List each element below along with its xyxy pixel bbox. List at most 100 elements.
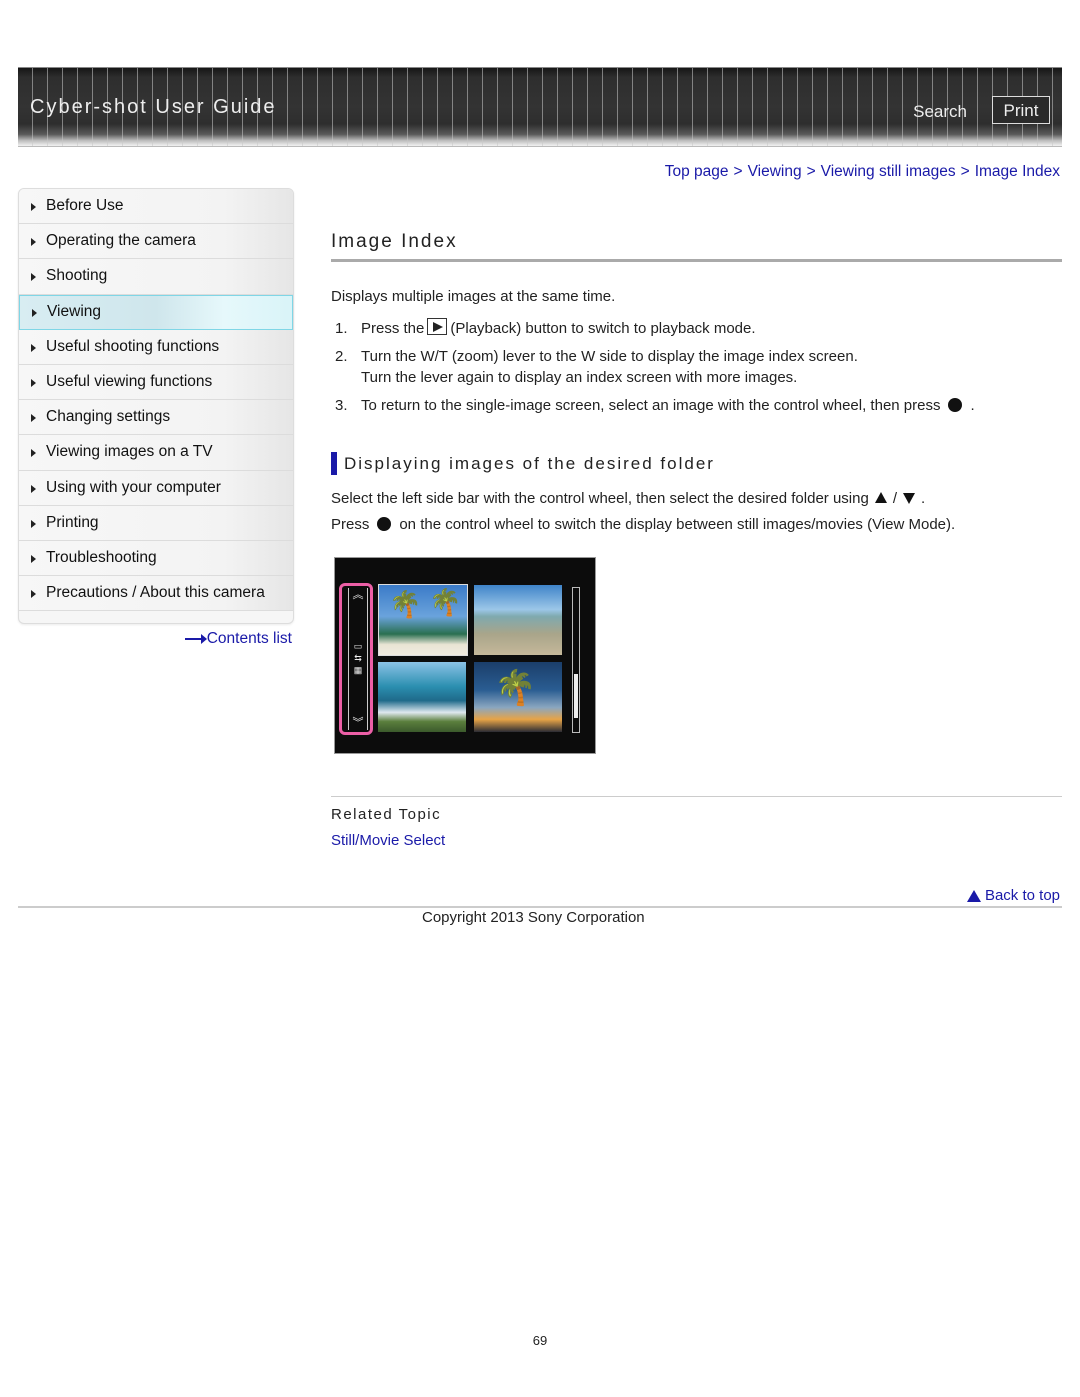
sidebar-item-label: Useful viewing functions — [46, 373, 213, 391]
paragraph-text: Press — [331, 516, 370, 533]
intro-text: Displays multiple images at the same tim… — [331, 288, 616, 305]
breadcrumb-separator: > — [733, 163, 743, 180]
palm-tree-icon: 🌴 — [429, 587, 462, 617]
view-mode-icons: ▭ ⇆ ▦ — [353, 641, 363, 675]
sidebar-item-precautions[interactable]: Precautions / About this camera — [19, 576, 293, 612]
double-chevron-down-icon: ︾ — [352, 717, 364, 729]
sidebar-item-shooting[interactable]: Shooting — [19, 259, 293, 295]
page-title: Image Index — [331, 231, 458, 252]
index-scrollbar — [572, 587, 580, 733]
sidebar-item-troubleshooting[interactable]: Troubleshooting — [19, 540, 293, 577]
step-1: 1. Press the (Playback) button to switch … — [335, 318, 975, 339]
step-number: 1. — [335, 320, 348, 337]
sidebar-item-before-use[interactable]: Before Use — [19, 189, 293, 225]
sidebar-item-label: Changing settings — [46, 408, 171, 426]
palm-silhouette-icon: 🌴 — [494, 669, 537, 707]
caret-right-icon — [31, 414, 36, 423]
triangle-up-icon — [966, 889, 981, 902]
sidebar-item-label: Viewing images on a TV — [46, 443, 213, 461]
caret-right-icon — [32, 309, 37, 318]
step-2: 2. Turn the W/T (zoom) lever to the W si… — [335, 346, 975, 388]
caret-right-icon — [31, 379, 36, 388]
step-3: 3. To return to the single-image screen,… — [335, 395, 975, 416]
sidebar-item-label: Troubleshooting — [46, 548, 157, 566]
caret-right-icon — [31, 203, 36, 212]
paragraph-text: Select the left side bar with the contro… — [331, 490, 869, 507]
breadcrumb: Top page > Viewing > Viewing still images > Im… — [665, 163, 1060, 181]
steps-list: 1. Press the (Playback) button to switch … — [335, 318, 975, 423]
paragraph-suffix: . — [920, 490, 926, 507]
site-title: Cyber-shot User Guide — [30, 96, 277, 118]
print-button[interactable]: Print — [992, 96, 1050, 124]
copyright-text: Copyright 2013 Sony Corporation — [422, 909, 645, 926]
sidebar-item-viewing[interactable]: Viewing — [19, 294, 293, 330]
breadcrumb-top-page[interactable]: Top page — [665, 163, 729, 180]
scrollbar-thumb — [574, 674, 578, 718]
folder-side-bar: ︽ ▭ ⇆ ▦ ︾ — [348, 588, 368, 730]
thumbnail-coast-cliff — [378, 662, 466, 732]
center-button-icon — [948, 398, 963, 412]
contents-list-label: Contents list — [206, 630, 292, 647]
back-to-top-link[interactable]: Back to top — [966, 887, 1060, 904]
contents-list-link[interactable]: Contents list — [184, 630, 292, 648]
section-paragraph-1: Select the left side bar with the contro… — [331, 490, 925, 507]
double-chevron-up-icon: ︽ — [352, 589, 364, 601]
sidebar-item-using-with-your-computer[interactable]: Using with your computer — [19, 470, 293, 506]
section-paragraph-2: Press on the control wheel to switch the … — [331, 516, 955, 533]
caret-right-icon — [31, 484, 36, 493]
playback-icon — [427, 318, 448, 335]
paragraph-text: on the control wheel to switch the displ… — [399, 516, 956, 533]
title-divider — [331, 259, 1062, 262]
related-link-still-movie-select[interactable]: Still/Movie Select — [331, 832, 445, 849]
sidebar-item-label: Viewing — [47, 303, 102, 321]
sidebar-item-label: Before Use — [46, 197, 124, 215]
sidebar-item-label: Printing — [46, 513, 99, 531]
search-button[interactable]: Search — [913, 102, 967, 122]
breadcrumb-image-index[interactable]: Image Index — [975, 163, 1060, 180]
sidebar-item-printing[interactable]: Printing — [19, 505, 293, 541]
breadcrumb-separator: > — [806, 163, 816, 180]
sidebar-item-label: Shooting — [46, 267, 108, 285]
related-topic-title: Related Topic — [331, 806, 442, 823]
step-text: Press the — [361, 320, 425, 337]
sidebar-item-changing-settings[interactable]: Changing settings — [19, 400, 293, 436]
breadcrumb-viewing[interactable]: Viewing — [748, 163, 802, 180]
sidebar-item-useful-shooting-functions[interactable]: Useful shooting functions — [19, 329, 293, 365]
page-number: 69 — [532, 1333, 548, 1348]
arrow-right-icon — [184, 634, 207, 644]
thumbnail-palm-beach: 🌴 🌴 — [378, 584, 468, 656]
step-suffix: . — [970, 397, 975, 414]
step-text: Turn the W/T (zoom) lever to the W side … — [361, 348, 858, 365]
caret-right-icon — [31, 273, 36, 282]
section-heading-text: Displaying images of the desired folder — [344, 453, 715, 473]
caret-right-icon — [31, 590, 36, 599]
sidebar-item-viewing-images-on-a-tv[interactable]: Viewing images on a TV — [19, 435, 293, 471]
header-banner: Cyber-shot User Guide Search Print — [18, 67, 1062, 146]
sidebar-item-operating-the-camera[interactable]: Operating the camera — [19, 224, 293, 260]
sidebar-item-label: Useful shooting functions — [46, 337, 220, 355]
palm-tree-icon: 🌴 — [389, 589, 422, 619]
breadcrumb-separator: > — [960, 163, 970, 180]
camera-screen-illustration: ︽ ▭ ⇆ ▦ ︾ 🌴 🌴 🌴 — [334, 557, 596, 754]
step-number: 3. — [335, 397, 348, 414]
sidebar-nav: Before Use Operating the camera Shooting… — [18, 188, 294, 624]
sidebar-item-label: Precautions / About this camera — [46, 584, 265, 602]
sidebar-item-label: Operating the camera — [46, 232, 196, 250]
thumbnail-sunset-palm: 🌴 — [474, 662, 562, 732]
caret-right-icon — [31, 449, 36, 458]
separator-text: / — [892, 490, 897, 507]
thumbnail-sea — [474, 585, 562, 655]
step-text: To return to the single-image screen, se… — [361, 397, 941, 414]
up-arrow-icon — [874, 492, 887, 503]
breadcrumb-viewing-still-images[interactable]: Viewing still images — [821, 163, 956, 180]
caret-right-icon — [31, 554, 36, 563]
step-text: Turn the lever again to display an index… — [361, 369, 798, 386]
folder-side-bar-highlight: ︽ ▭ ⇆ ▦ ︾ — [339, 583, 373, 735]
back-to-top-label: Back to top — [984, 887, 1060, 904]
caret-right-icon — [31, 519, 36, 528]
step-text: (Playback) button to switch to playback … — [450, 320, 756, 337]
footer-divider — [18, 906, 1062, 908]
section-heading: Displaying images of the desired folder — [331, 452, 715, 475]
sidebar-item-useful-viewing-functions[interactable]: Useful viewing functions — [19, 364, 293, 401]
related-divider — [331, 796, 1062, 797]
